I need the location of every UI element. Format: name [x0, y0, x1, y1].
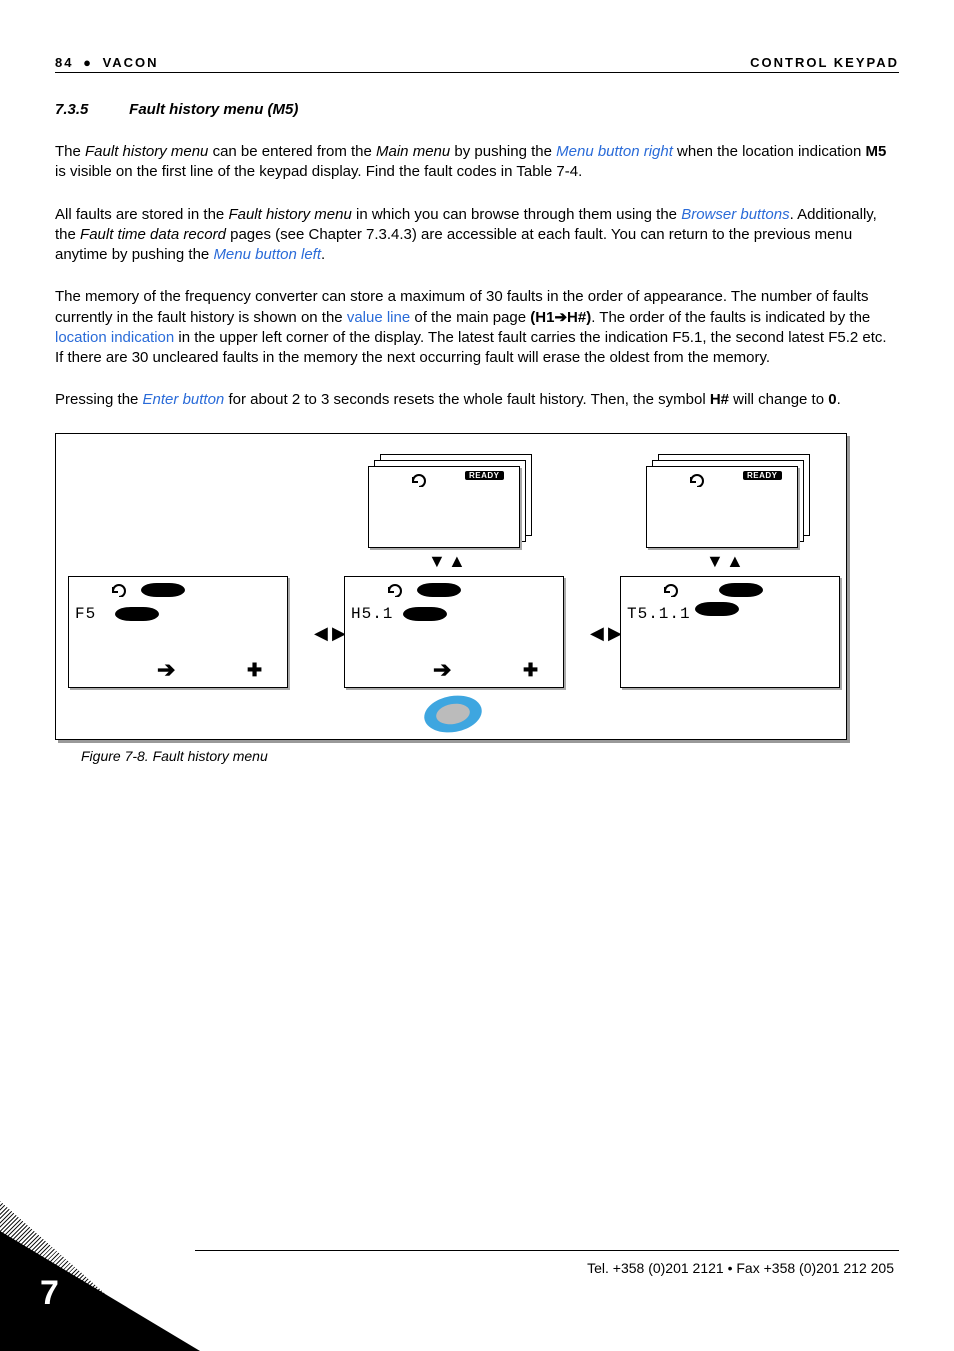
term-main-menu: Main menu — [376, 143, 450, 160]
code-hhash: H#) — [567, 309, 591, 326]
rotate-icon — [663, 583, 679, 597]
screen-code: F5 — [75, 605, 96, 623]
code-m5: M5 — [866, 143, 887, 160]
header-left: 84 ● VACON — [55, 55, 159, 70]
text: of the main page — [410, 309, 530, 326]
text: by pushing the — [450, 143, 556, 160]
section-title: Fault history menu (M5) — [129, 101, 298, 118]
triangle-down-icon: ▼ — [706, 552, 724, 570]
triangle-up-icon: ▲ — [448, 552, 466, 570]
text: The — [55, 143, 85, 160]
text: for about 2 to 3 seconds resets the whol… — [224, 391, 710, 408]
plus-icon: ✚ — [523, 661, 538, 679]
link-location-indication[interactable]: location indication — [55, 329, 174, 346]
indicator-icon — [115, 607, 159, 621]
screen-code: H5.1 — [351, 605, 393, 623]
footer-triangle-decoration — [0, 1231, 200, 1351]
plus-icon: ✚ — [247, 661, 262, 679]
link-browser-buttons[interactable]: Browser buttons — [681, 206, 789, 223]
rotate-icon — [411, 473, 427, 487]
indicator-icon — [719, 583, 763, 597]
brand: VACON — [103, 55, 159, 70]
paragraph-1: The Fault history menu can be entered fr… — [55, 142, 899, 183]
indicator-icon — [141, 583, 185, 597]
enter-button-inner — [435, 701, 472, 727]
text: All faults are stored in the — [55, 206, 228, 223]
figure-7-8: READY READY ▼ ▲ ▼ ▲ F5 ➔ ✚ ◀ ▶ H5.1 — [55, 433, 847, 740]
arrow-right-icon: ➔ — [433, 659, 451, 681]
rotate-icon — [111, 583, 127, 597]
text: in the upper left corner of the display.… — [55, 329, 887, 366]
ready-badge: READY — [743, 471, 782, 480]
rotate-icon — [387, 583, 403, 597]
figure-caption: Figure 7-8. Fault history menu — [81, 748, 899, 764]
chapter-number: 7 — [40, 1274, 59, 1313]
screen-stack-top-1: READY — [368, 466, 520, 548]
triangle-up-icon: ▲ — [726, 552, 744, 570]
text: can be entered from the — [208, 143, 376, 160]
screen-stack-top-2: READY — [646, 466, 798, 548]
triangle-left-icon: ◀ — [314, 624, 328, 642]
link-enter-button[interactable]: Enter button — [143, 391, 225, 408]
arrow-right-icon: ➔ — [157, 659, 175, 681]
link-menu-button-right[interactable]: Menu button right — [556, 143, 673, 160]
text: . The order of the faults is indicated b… — [591, 309, 870, 326]
keypad-screen-1: F5 ➔ ✚ — [68, 576, 288, 688]
paragraph-3: The memory of the frequency converter ca… — [55, 287, 899, 368]
page-number-top: 84 — [55, 55, 73, 70]
code-h1: (H1 — [530, 309, 554, 326]
indicator-icon — [417, 583, 461, 597]
keypad-screen-3: T5.1.1 — [620, 576, 840, 688]
paragraph-2: All faults are stored in the Fault histo… — [55, 205, 899, 266]
code-zero: 0 — [828, 391, 836, 408]
text: in which you can browse through them usi… — [352, 206, 681, 223]
code-hhash: H# — [710, 391, 729, 408]
paragraph-4: Pressing the Enter button for about 2 to… — [55, 390, 899, 410]
arrow-right-icon: ➔ — [554, 309, 567, 326]
section-heading: 7.3.5 Fault history menu (M5) — [55, 101, 899, 118]
footer-contact: Tel. +358 (0)201 2121 • Fax +358 (0)201 … — [587, 1260, 894, 1276]
term-fault-history-menu: Fault history menu — [85, 143, 208, 160]
header-right: CONTROL KEYPAD — [750, 55, 899, 70]
indicator-icon — [695, 602, 739, 616]
text: Pressing the — [55, 391, 143, 408]
indicator-icon — [403, 607, 447, 621]
triangle-down-icon: ▼ — [428, 552, 446, 570]
enter-button-icon — [421, 691, 484, 737]
term-fault-time-data-record: Fault time data record — [80, 226, 226, 243]
page-footer: Tel. +358 (0)201 2121 • Fax +358 (0)201 … — [0, 1181, 954, 1351]
text: when the location indication — [673, 143, 866, 160]
keypad-screen-2: H5.1 ➔ ✚ — [344, 576, 564, 688]
text: will change to — [729, 391, 828, 408]
screen-code: T5.1.1 — [627, 605, 691, 623]
section-number: 7.3.5 — [55, 101, 125, 118]
link-menu-button-left[interactable]: Menu button left — [213, 246, 321, 263]
ready-badge: READY — [465, 471, 504, 480]
term-fault-history-menu: Fault history menu — [228, 206, 351, 223]
bullet-icon: ● — [83, 55, 93, 70]
page-header: 84 ● VACON CONTROL KEYPAD — [55, 55, 899, 73]
rotate-icon — [689, 473, 705, 487]
text: . — [321, 246, 325, 263]
triangle-left-icon: ◀ — [590, 624, 604, 642]
text: is visible on the first line of the keyp… — [55, 163, 582, 180]
link-value-line[interactable]: value line — [347, 309, 410, 326]
footer-rule — [195, 1250, 899, 1251]
text: . — [837, 391, 841, 408]
